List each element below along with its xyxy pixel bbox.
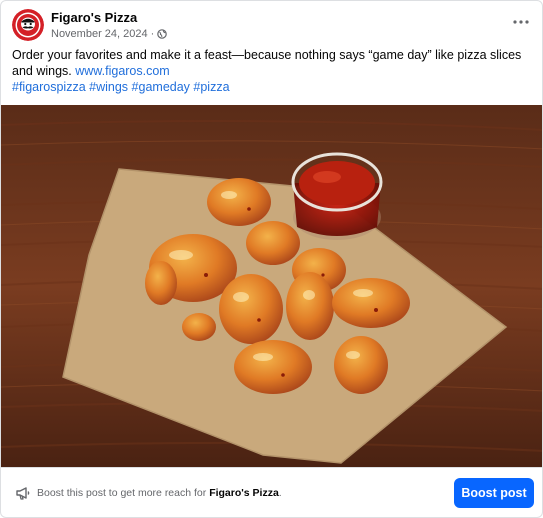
meta-separator: · — [150, 28, 155, 40]
hashtag-link[interactable]: #gameday — [132, 80, 190, 94]
hashtag-link[interactable]: #pizza — [193, 80, 229, 94]
boost-text-prefix: Boost this post to get more reach for — [37, 487, 207, 499]
more-dots-icon[interactable] — [510, 11, 532, 33]
megaphone-icon — [15, 485, 31, 501]
post-date[interactable]: November 24, 2024 — [51, 28, 148, 40]
boost-page-name: Figaro's Pizza — [209, 487, 279, 499]
boost-text-suffix: . — [278, 487, 282, 499]
hashtag-link[interactable]: #figarospizza — [12, 80, 86, 94]
figaros-logo — [12, 9, 44, 41]
globe-icon[interactable] — [157, 29, 168, 39]
post-photo[interactable] — [1, 105, 542, 467]
hashtag-link[interactable]: #wings — [89, 80, 128, 94]
website-link[interactable]: www.figaros.com — [75, 64, 169, 78]
post-header: Figaro's Pizza November 24, 2024 · — [1, 1, 542, 45]
boost-post-button[interactable]: Boost post — [454, 478, 534, 508]
boost-message: Boost this post to get more reach for Fi… — [37, 487, 282, 499]
page-name-link[interactable]: Figaro's Pizza — [51, 10, 137, 25]
post-caption: Order your favorites and make it a feast… — [12, 47, 530, 95]
boost-bar: Boost this post to get more reach for Fi… — [1, 467, 542, 517]
post-meta: November 24, 2024 · — [51, 28, 168, 40]
facebook-post: Figaro's Pizza November 24, 2024 · Order… — [0, 0, 543, 518]
page-avatar[interactable] — [12, 9, 44, 41]
chicken-wings-photo — [1, 105, 542, 467]
